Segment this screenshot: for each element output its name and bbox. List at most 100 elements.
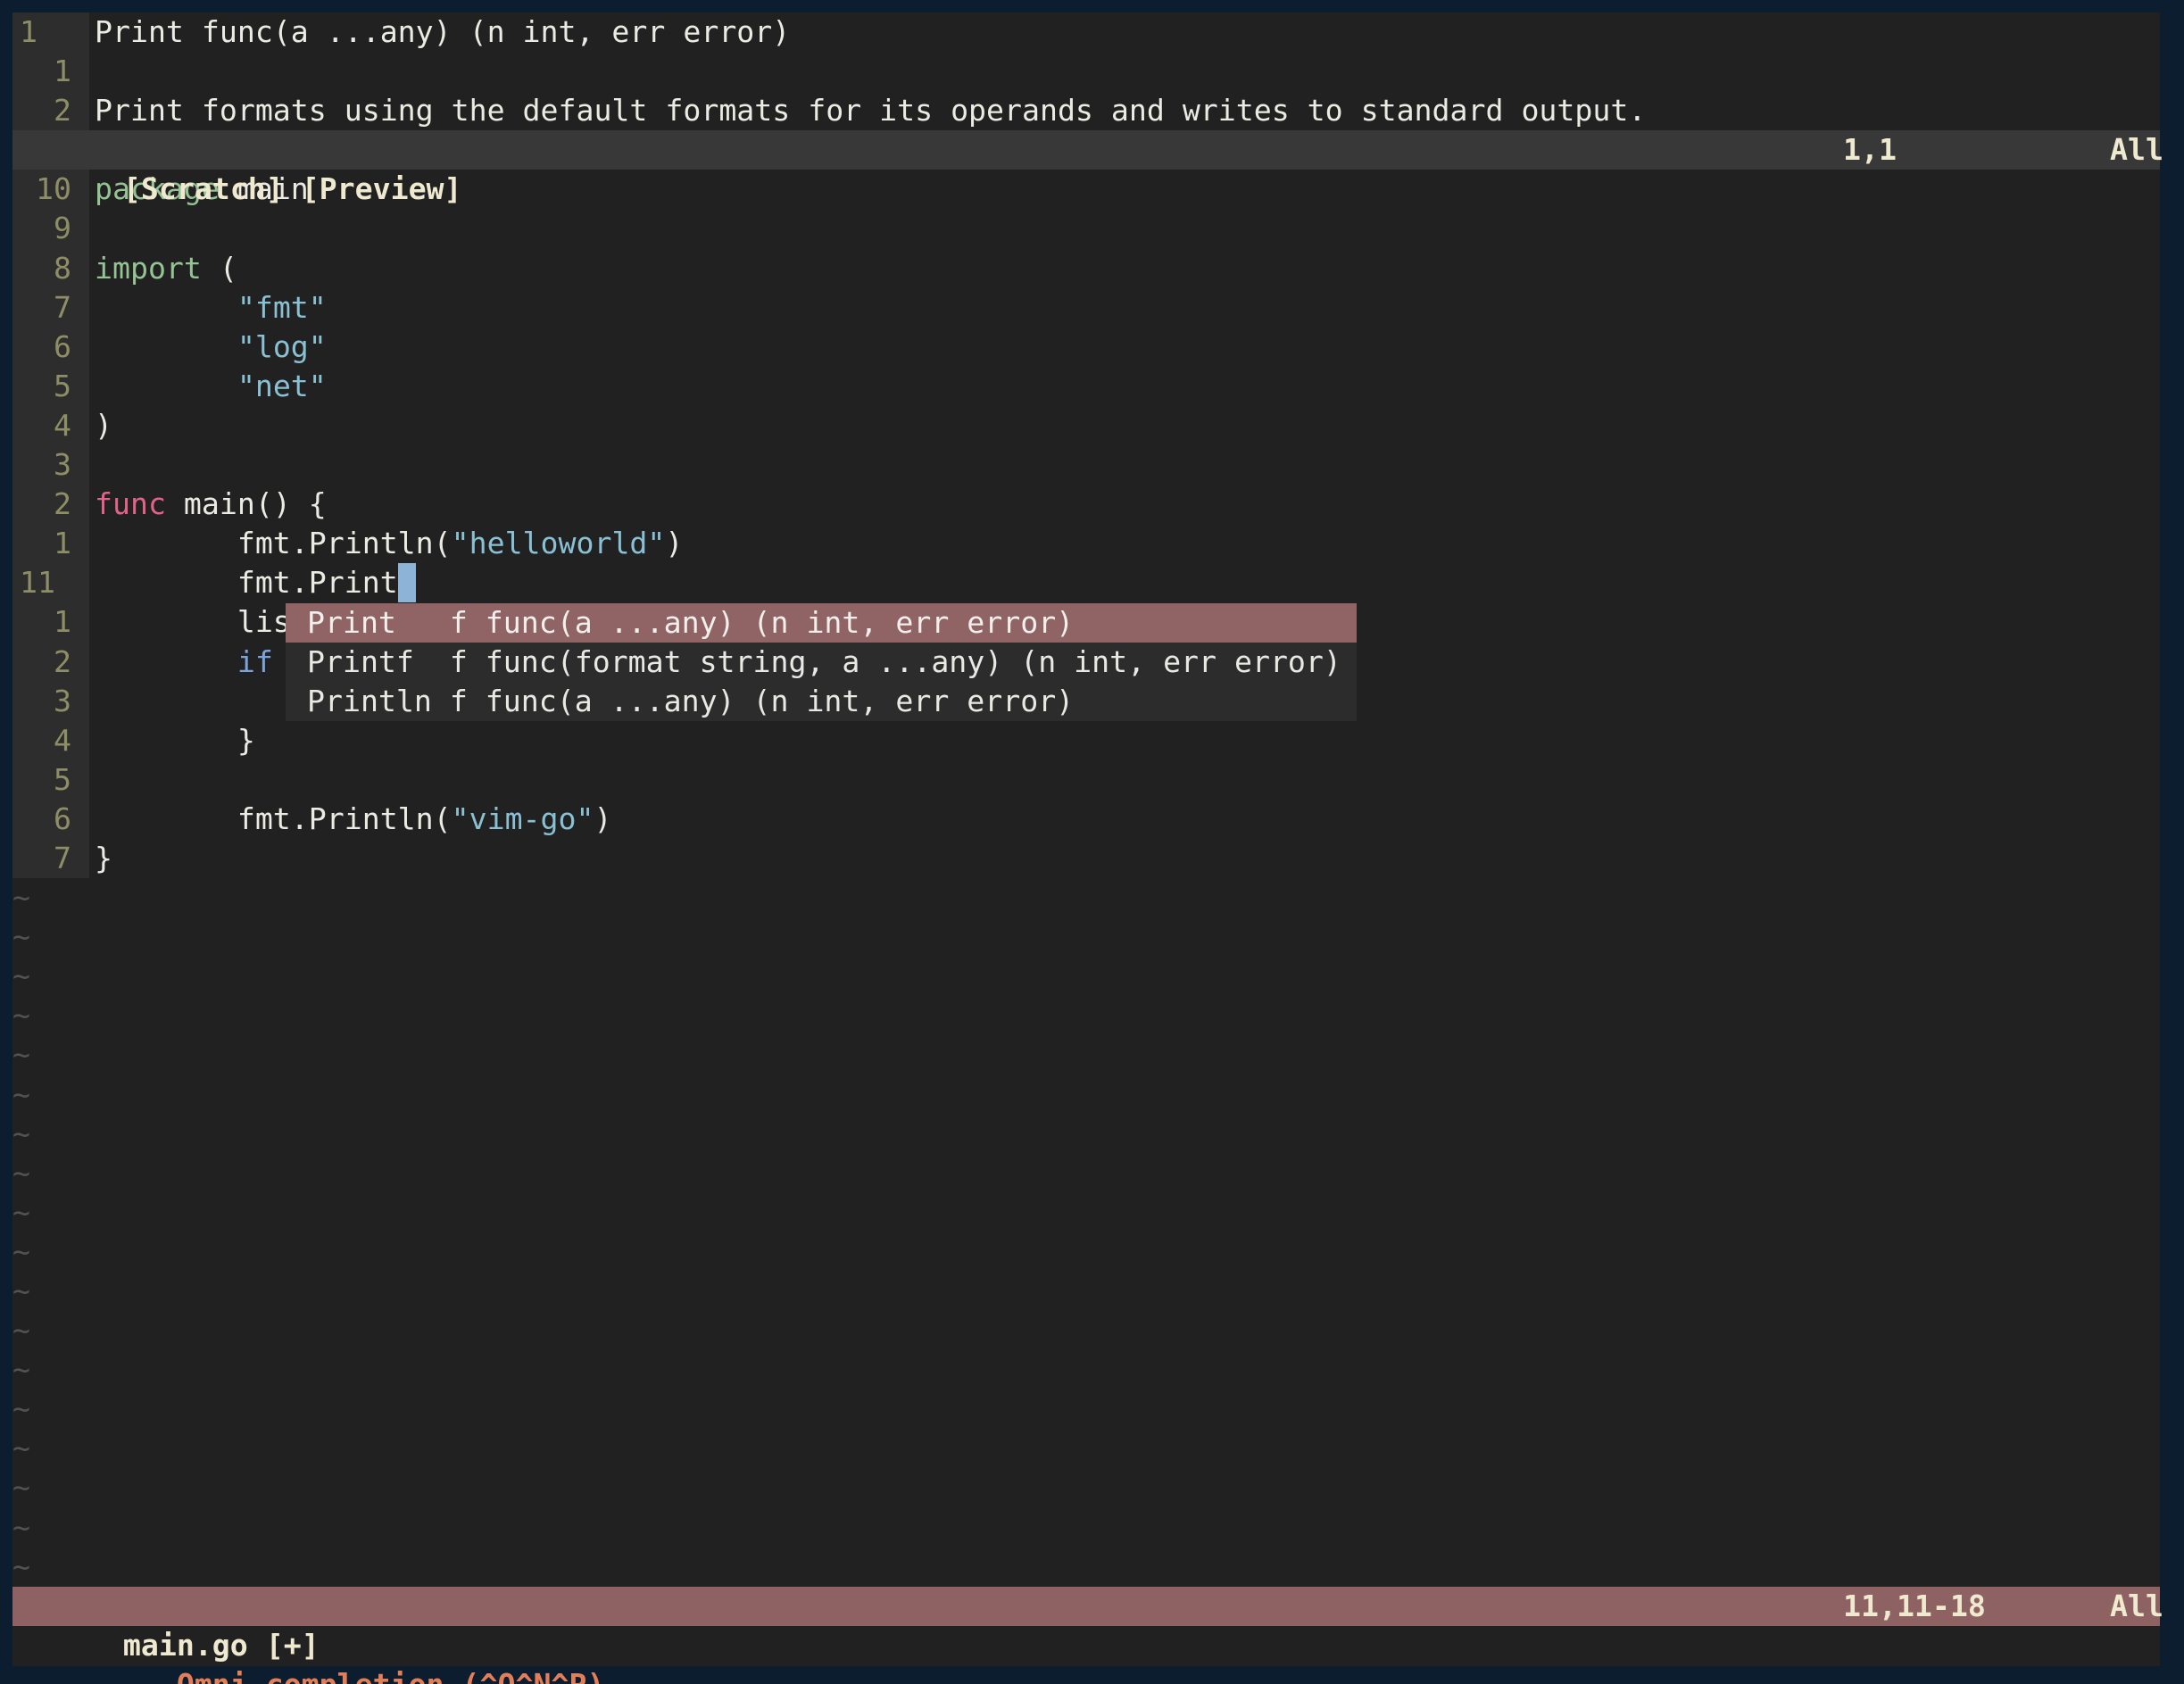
buffer-line[interactable]: 6 "log"	[12, 328, 2160, 367]
buffer-line[interactable]: 5	[12, 760, 2160, 800]
line-number-relative: 1	[12, 602, 89, 642]
syntax-segment: "log"	[237, 329, 327, 364]
line-text[interactable]: }	[89, 721, 2160, 760]
empty-line-tilde: ~	[12, 1232, 2160, 1272]
line-number-absolute: 1	[12, 12, 89, 52]
syntax-segment	[95, 329, 237, 364]
syntax-segment: }	[95, 841, 112, 875]
empty-line-tilde: ~	[12, 1508, 2160, 1547]
empty-line-tilde: ~	[12, 1468, 2160, 1507]
syntax-segment: }	[95, 723, 255, 758]
syntax-segment: "vim-go"	[452, 801, 594, 836]
line-number-relative: 3	[12, 682, 89, 721]
line-text[interactable]	[89, 760, 2160, 800]
buffer-line[interactable]: 1 fmt.Println("helloworld")	[12, 524, 2160, 563]
empty-line-tilde: ~	[12, 996, 2160, 1035]
empty-line-tilde: ~	[12, 1115, 2160, 1154]
terminal-content: 1Print func(a ...any) (n int, err error)…	[12, 12, 2160, 1666]
line-text[interactable]: Print formats using the default formats …	[89, 91, 2160, 130]
line-text[interactable]	[89, 209, 2160, 248]
syntax-segment: "fmt"	[237, 290, 327, 325]
completion-item[interactable]: Printf f func(format string, a ...any) (…	[286, 643, 1357, 682]
empty-line-tilde: ~	[12, 1547, 2160, 1587]
buffer-line[interactable]: 7}	[12, 839, 2160, 878]
preview-buffer-name: [Scratch] [Preview]	[123, 171, 462, 206]
syntax-segment: "helloworld"	[452, 526, 666, 560]
line-text[interactable]	[89, 52, 2160, 91]
line-text[interactable]: )	[89, 406, 2160, 445]
completion-item-selected[interactable]: Print f func(a ...any) (n int, err error…	[286, 603, 1357, 643]
syntax-segment: func	[95, 486, 166, 521]
syntax-segment: main() {	[166, 486, 327, 521]
line-text[interactable]: import (	[89, 249, 2160, 288]
buffer-line[interactable]: 5 "net"	[12, 367, 2160, 406]
syntax-segment: if	[237, 644, 273, 679]
syntax-segment: lis	[95, 604, 291, 639]
syntax-segment	[95, 644, 237, 679]
empty-line-tilde: ~	[12, 1429, 2160, 1468]
syntax-segment: fmt.Println(	[95, 801, 452, 836]
vim-terminal: 1Print func(a ...any) (n int, err error)…	[0, 0, 2184, 1684]
line-number-relative: 6	[12, 328, 89, 367]
buffer-line[interactable]: 4 }	[12, 721, 2160, 760]
ruler-position: 11,11-18	[1843, 1587, 1986, 1626]
empty-line-tilde: ~	[12, 957, 2160, 996]
line-text[interactable]: "fmt"	[89, 288, 2160, 328]
empty-line-tilde: ~	[12, 1154, 2160, 1193]
ruler-scroll: All	[2110, 1587, 2163, 1626]
buffer-line[interactable]: 11 fmt.Print	[12, 563, 2160, 602]
buffer-line[interactable]: 9	[12, 209, 2160, 248]
line-number-relative: 2	[12, 91, 89, 130]
completion-item[interactable]: Println f func(a ...any) (n int, err err…	[286, 682, 1357, 721]
mode-message: -- Omni completion (^O^N^P)	[123, 1667, 604, 1684]
line-text[interactable]: fmt.Print	[89, 563, 2160, 602]
buffer-line[interactable]: 2func main() {	[12, 485, 2160, 524]
empty-line-tilde: ~	[12, 917, 2160, 957]
buffer-line[interactable]: 1Print func(a ...any) (n int, err error)	[12, 12, 2160, 52]
empty-line-tilde: ~	[12, 1272, 2160, 1311]
preview-ruler-position: 1,1	[1843, 130, 1897, 170]
syntax-segment: Print formats using the default formats …	[95, 93, 1646, 128]
main-statusline: main.go [+] 11,11-18 All	[12, 1587, 2160, 1626]
preview-statusline: [Scratch] [Preview] 1,1 All	[12, 130, 2160, 170]
line-number-relative: 6	[12, 800, 89, 839]
buffer-line[interactable]: 2Print formats using the default formats…	[12, 91, 2160, 130]
line-number-relative: 3	[12, 445, 89, 485]
empty-line-tilde: ~	[12, 1193, 2160, 1232]
line-text[interactable]: "log"	[89, 328, 2160, 367]
line-text[interactable]: fmt.Println("vim-go")	[89, 800, 2160, 839]
line-text[interactable]: Print func(a ...any) (n int, err error)	[89, 12, 2160, 52]
main-window[interactable]: 10package main98import (7 "fmt"6 "log"5 …	[12, 170, 2160, 878]
line-text[interactable]: "net"	[89, 367, 2160, 406]
empty-line-tilde: ~	[12, 1311, 2160, 1350]
buffer-line[interactable]: 4)	[12, 406, 2160, 445]
buffer-line[interactable]: 6 fmt.Println("vim-go")	[12, 800, 2160, 839]
syntax-segment: fmt.Println(	[95, 526, 452, 560]
syntax-segment: (	[202, 251, 237, 286]
line-number-relative: 7	[12, 839, 89, 878]
buffer-line[interactable]: 8import (	[12, 249, 2160, 288]
line-text[interactable]	[89, 445, 2160, 485]
file-name-modified: main.go [+]	[123, 1628, 320, 1663]
line-text[interactable]: func main() {	[89, 485, 2160, 524]
omni-completion-popup[interactable]: Print f func(a ...any) (n int, err error…	[286, 603, 1357, 721]
syntax-segment: Print func(a ...any) (n int, err error)	[95, 14, 790, 49]
line-number-relative: 1	[12, 524, 89, 563]
empty-line-tilde: ~	[12, 1390, 2160, 1429]
syntax-segment: )	[95, 408, 112, 443]
syntax-segment: )	[665, 526, 683, 560]
buffer-line[interactable]: 1	[12, 52, 2160, 91]
line-text[interactable]: }	[89, 839, 2160, 878]
line-number-relative: 2	[12, 643, 89, 682]
line-number-absolute: 11	[12, 563, 89, 602]
syntax-segment	[95, 369, 237, 403]
line-number-relative: 5	[12, 367, 89, 406]
preview-ruler-scroll: All	[2110, 130, 2163, 170]
line-text[interactable]: fmt.Println("helloworld")	[89, 524, 2160, 563]
buffer-line[interactable]: 3	[12, 445, 2160, 485]
empty-line-tilde: ~	[12, 878, 2160, 917]
empty-line-tilde: ~	[12, 1075, 2160, 1115]
buffer-line[interactable]: 7 "fmt"	[12, 288, 2160, 328]
line-number-relative: 2	[12, 485, 89, 524]
syntax-segment: )	[594, 801, 611, 836]
